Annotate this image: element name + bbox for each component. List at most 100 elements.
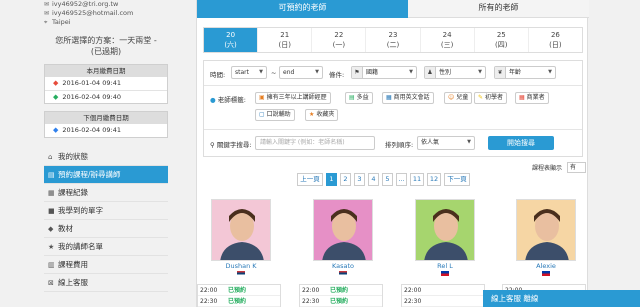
pagination-page[interactable]: 2 <box>340 173 351 186</box>
search-button[interactable]: 開始搜尋 <box>488 136 554 150</box>
date-tab[interactable]: 25 (四) <box>475 28 529 52</box>
slot-status: 已預約 <box>330 287 349 294</box>
time-slot[interactable]: 22:30 <box>402 296 484 307</box>
contact-text: Taipei <box>52 18 71 26</box>
teacher-name[interactable]: Kasato <box>311 262 375 271</box>
live-chat-bar[interactable]: 線上客服 離線 <box>483 290 640 307</box>
sidebar-nav-item[interactable]: ▦ 課程紀錄 <box>44 184 168 202</box>
time-slot[interactable]: 22:00 已預約 <box>198 285 280 296</box>
home-icon: ⌂ <box>48 153 53 161</box>
plan-info: 您所選擇的方案：一天兩堂 - (已過期) <box>44 35 168 57</box>
date-tab[interactable]: 21 (日) <box>258 28 313 52</box>
user-icon: ♟ <box>425 67 436 78</box>
feature-tag-button[interactable]: ▢ 口說輔助 <box>255 109 295 121</box>
slot-status: 已預約 <box>330 298 349 305</box>
payment-row: ◆ 2016-01-04 09:41 <box>45 77 167 90</box>
status-dot-icon: ◆ <box>53 93 59 101</box>
serbia-flag-icon <box>237 271 245 276</box>
feature-tag-label: 商業者 <box>526 94 545 101</box>
sidebar-nav-label: 教材 <box>58 224 73 233</box>
pagination-next[interactable]: 下一頁 <box>444 173 470 186</box>
pagination-page[interactable]: 11 <box>410 173 424 186</box>
book-icon: ■ <box>48 207 55 215</box>
chevron-down-icon: ▼ <box>259 69 263 75</box>
end-time-select[interactable]: end ▼ <box>279 66 323 79</box>
slot-time: 22:30 <box>302 298 320 305</box>
feature-tag-button[interactable]: ▦ 商用英文會話 <box>382 92 434 104</box>
feature-tag-button[interactable]: ★ 收藏夾 <box>305 109 339 121</box>
date-tab[interactable]: 23 (二) <box>366 28 421 52</box>
teacher-name[interactable]: Alexie <box>514 262 578 271</box>
date-number: 22 <box>334 31 344 39</box>
teacher-card[interactable]: Rel L <box>413 199 477 276</box>
chevron-down-icon: ▼ <box>409 69 413 75</box>
teacher-card[interactable]: Kasato <box>311 199 375 276</box>
date-number: 26 <box>550 31 560 39</box>
date-tab[interactable]: 22 (一) <box>312 28 367 52</box>
tab-available-teachers[interactable]: 可預約的老師 <box>197 0 408 18</box>
sidebar-nav-item[interactable]: ■ 我學到的單字 <box>44 202 168 220</box>
time-slot[interactable]: 22:30 已預約 <box>198 296 280 307</box>
star-icon: ★ <box>48 243 55 251</box>
teacher-photo[interactable] <box>516 199 576 261</box>
schedule-display-label: 課程表顯示 <box>532 165 563 172</box>
feature-tag-button[interactable]: ☺ 兒童 <box>444 92 473 104</box>
condition-label: 條件: <box>329 71 345 79</box>
date-tab[interactable]: 24 (三) <box>421 28 475 52</box>
teacher-card[interactable]: Dushan K <box>209 199 273 276</box>
feature-tag-button[interactable]: ▦ 商業者 <box>515 92 549 104</box>
sidebar-nav-item[interactable]: ▥ 課程費用 <box>44 256 168 274</box>
sidebar-nav-item[interactable]: ▤ 預約課程/辦尋講師 <box>44 166 168 184</box>
pagination-page[interactable]: ... <box>396 173 407 186</box>
teacher-card[interactable]: Alexie <box>514 199 578 276</box>
feature-tag-label: 擁有三年以上講師經歷 <box>266 94 327 101</box>
teacher-name[interactable]: Dushan K <box>209 262 273 271</box>
slot-time: 22:00 <box>404 287 422 294</box>
date-weekday: (日) <box>278 41 291 49</box>
teacher-photo[interactable] <box>415 199 475 261</box>
sort-value: 依人氣 <box>421 139 440 146</box>
end-time-value: end <box>283 69 295 76</box>
start-time-select[interactable]: start ▼ <box>231 66 267 79</box>
pagination-page[interactable]: 4 <box>368 173 379 186</box>
feature-tag-button[interactable]: ✎ 初學者 <box>474 92 508 104</box>
sidebar: ✉ ivy46952@tri.org.tw ✉ ivy469525@hotmail.c… <box>44 0 168 307</box>
schedule-display-select[interactable]: 有 <box>567 162 586 173</box>
sort-select[interactable]: 依人氣 ▼ <box>417 136 475 150</box>
date-tab[interactable]: 20 (六) <box>204 28 259 52</box>
time-slot[interactable]: 22:00 已預約 <box>300 285 382 296</box>
pagination-page[interactable]: 3 <box>354 173 365 186</box>
feature-tag-button[interactable]: ▣ 擁有三年以上講師經歷 <box>255 92 331 104</box>
slot-time: 22:00 <box>200 287 218 294</box>
feature-tag-button[interactable]: ▤ 多益 <box>345 92 373 104</box>
age-select[interactable]: ❦ 年齡 ▼ <box>494 66 556 79</box>
sidebar-nav-item[interactable]: ⌂ 我的狀態 <box>44 148 168 166</box>
pagination-page[interactable]: 5 <box>382 173 393 186</box>
sidebar-nav-item[interactable]: ★ 我的講師名單 <box>44 238 168 256</box>
feature-tag-label: 多益 <box>356 94 369 101</box>
time-slot[interactable]: 22:30 已預約 <box>300 296 382 307</box>
pagination-page[interactable]: 1 <box>326 173 337 186</box>
teacher-photo[interactable] <box>313 199 373 261</box>
gender-select[interactable]: ♟ 性別 ▼ <box>424 66 486 79</box>
time-slot[interactable]: 22:00 <box>402 285 484 296</box>
country-select[interactable]: ⚑ 國籍 ▼ <box>351 66 417 79</box>
teacher-photo[interactable] <box>211 199 271 261</box>
pagination-page[interactable]: 12 <box>427 173 441 186</box>
teacher-name[interactable]: Rel L <box>413 262 477 271</box>
sidebar-nav-item[interactable]: ⊠ 線上客服 <box>44 274 168 292</box>
chevron-down-icon: ▼ <box>315 69 319 75</box>
slot-column: 22:00 已預約 22:30 已預約 <box>197 284 281 307</box>
leaf-icon: ❦ <box>495 67 506 78</box>
date-tab[interactable]: 26 (日) <box>529 28 582 52</box>
tab-all-teachers[interactable]: 所有的老師 <box>408 0 589 18</box>
avatar <box>424 209 468 260</box>
sidebar-nav-item[interactable]: ◆ 教材 <box>44 220 168 238</box>
status-dot-icon: ◆ <box>53 126 59 134</box>
status-dot-icon: ◆ <box>53 79 59 87</box>
pagination-prev[interactable]: 上一頁 <box>297 173 323 186</box>
slot-column: 22:00 已預約 22:30 已預約 <box>299 284 383 307</box>
business-icon: ▦ <box>386 94 392 101</box>
child-icon: ☺ <box>448 94 455 101</box>
keyword-input[interactable]: 請輸入關鍵字 (例如：老師名稱) <box>255 136 375 150</box>
